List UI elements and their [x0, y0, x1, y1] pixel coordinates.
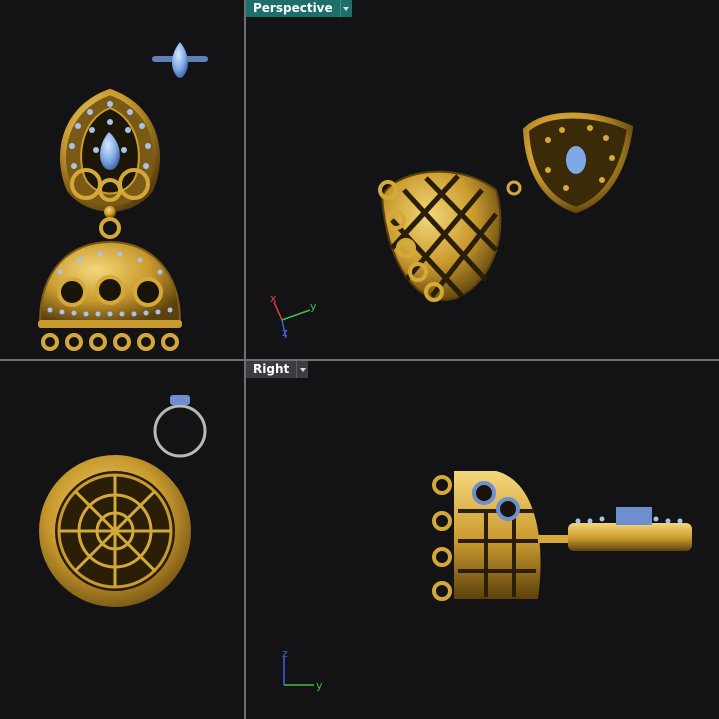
dome-bottom-model: [39, 455, 191, 607]
viewport-perspective[interactable]: x y z Perspective: [246, 0, 719, 359]
perspective-axis-x-label: x: [270, 292, 277, 305]
perspective-pendant-model: [506, 112, 634, 214]
chevron-down-icon[interactable]: [296, 361, 309, 378]
perspective-axis-gizmo: [273, 301, 311, 339]
viewport-bottom-left[interactable]: [0, 361, 244, 719]
ring-side-model: [153, 395, 207, 458]
viewport-right-title[interactable]: Right: [246, 361, 309, 378]
perspective-scene: x y z: [270, 112, 634, 339]
right-axis-y-label: y: [316, 679, 323, 692]
right-axis-z-label: z: [282, 647, 288, 660]
jhumka-dome-model: [38, 240, 182, 351]
viewport-perspective-title[interactable]: Perspective: [246, 0, 352, 17]
ring-model: [152, 42, 208, 78]
bottom-left-scene: [39, 395, 207, 607]
right-scene: z y: [282, 471, 692, 692]
viewport-top-left[interactable]: [0, 0, 244, 359]
viewport-right[interactable]: z y Right: [246, 361, 719, 719]
perspective-dome-model: [378, 170, 502, 302]
perspective-axis-z-label: z: [282, 326, 288, 339]
right-dome-model: [432, 471, 541, 601]
viewport-right-name[interactable]: Right: [246, 361, 297, 378]
top-left-scene: [38, 42, 208, 351]
right-pendant-model: [538, 507, 692, 551]
viewport-perspective-name[interactable]: Perspective: [246, 0, 340, 17]
chevron-down-icon[interactable]: [339, 0, 352, 17]
right-axis-gizmo: [283, 657, 314, 686]
pendant-model: [60, 88, 160, 239]
perspective-axis-y-label: y: [310, 300, 317, 313]
